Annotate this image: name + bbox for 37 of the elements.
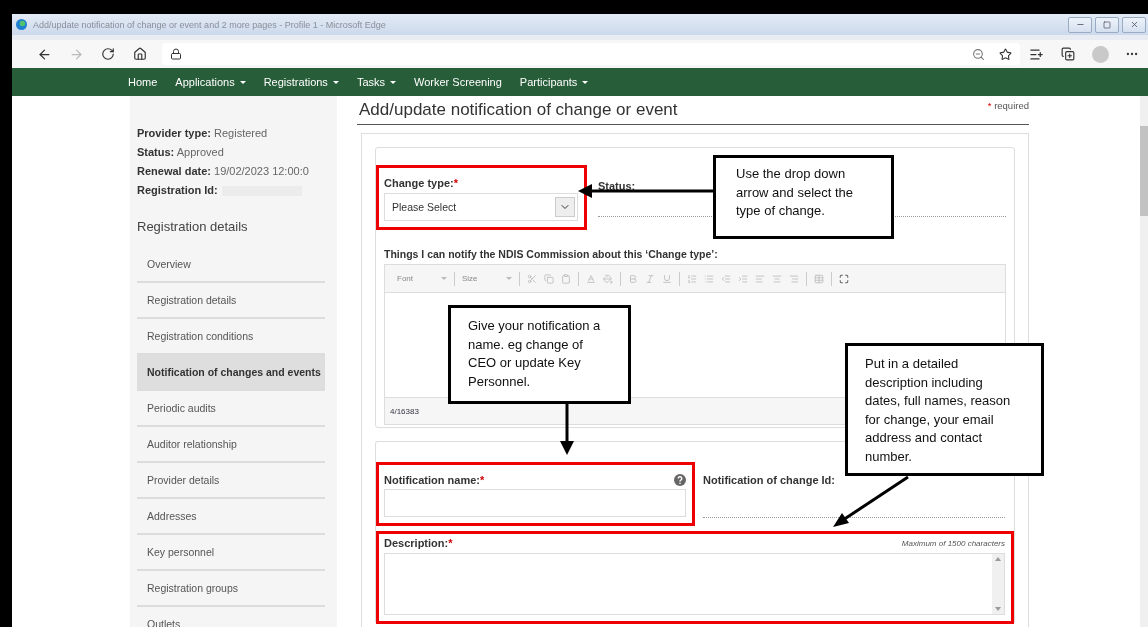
nav-link[interactable]: Home (128, 76, 158, 88)
field-label: Notification of change Id: (703, 474, 836, 486)
field-label: Description:* (384, 537, 453, 549)
info-text: Status: Approved (137, 145, 224, 160)
info-text: Registration Id: (137, 183, 218, 198)
nav-link[interactable]: Worker Screening (414, 76, 502, 88)
size-dropdown[interactable]: Size (462, 274, 512, 283)
character-limit-hint: Maximum of 1500 characters (901, 538, 1005, 548)
nav-link[interactable]: Participants (519, 76, 589, 88)
nav-link[interactable]: Tasks (356, 76, 396, 88)
sidebar-item[interactable]: Registration details (137, 283, 325, 319)
field-label: Notification name:* (384, 474, 485, 486)
info-text: Provider type: Registered (137, 126, 268, 141)
callout-note: Give your notification a name. eg change of CEO or update Key Personnel. (448, 305, 631, 404)
field-label: Change type:* (384, 177, 459, 189)
sidebar-heading: Registration details (137, 219, 249, 234)
callout-note: Use the drop down arrow and select the type of change. (713, 155, 894, 239)
page-title: Add/update notification of change or event (359, 100, 678, 120)
required-note: * required (987, 100, 1029, 111)
sidebar-item[interactable]: Registration groups (137, 571, 325, 607)
nav-link[interactable]: Registrations (263, 76, 339, 88)
sidebar-item[interactable]: Key personnel (137, 535, 325, 571)
nav-link[interactable]: Applications (175, 76, 246, 88)
window-title: Add/update notification of change or event and 2 more pages - Profile 1 - Microsoft Edge (33, 19, 387, 30)
change-type-select[interactable]: Please Select (384, 193, 578, 221)
sidebar-item[interactable]: Addresses (137, 499, 325, 535)
sidebar-item[interactable]: Periodic audits (137, 391, 325, 427)
info-text: Renewal date: 19/02/2023 12:00:0 (137, 164, 309, 179)
editor-label: Things I can notify the NDIS Commission about this ‘Change type’: (384, 248, 719, 260)
font-dropdown[interactable]: Font (397, 274, 447, 283)
sidebar-item[interactable]: Overview (137, 247, 325, 283)
sidebar-item[interactable]: Auditor relationship (137, 427, 325, 463)
callout-note: Put in a detailed description including dates, full names, reason for change, your email address and contact number. (845, 343, 1044, 476)
sidebar-item[interactable]: Provider details (137, 463, 325, 499)
field-label: Status: (598, 180, 637, 192)
character-counter: 4/16383 (390, 406, 419, 416)
sidebar-item[interactable]: Notification of changes and events (137, 355, 325, 391)
